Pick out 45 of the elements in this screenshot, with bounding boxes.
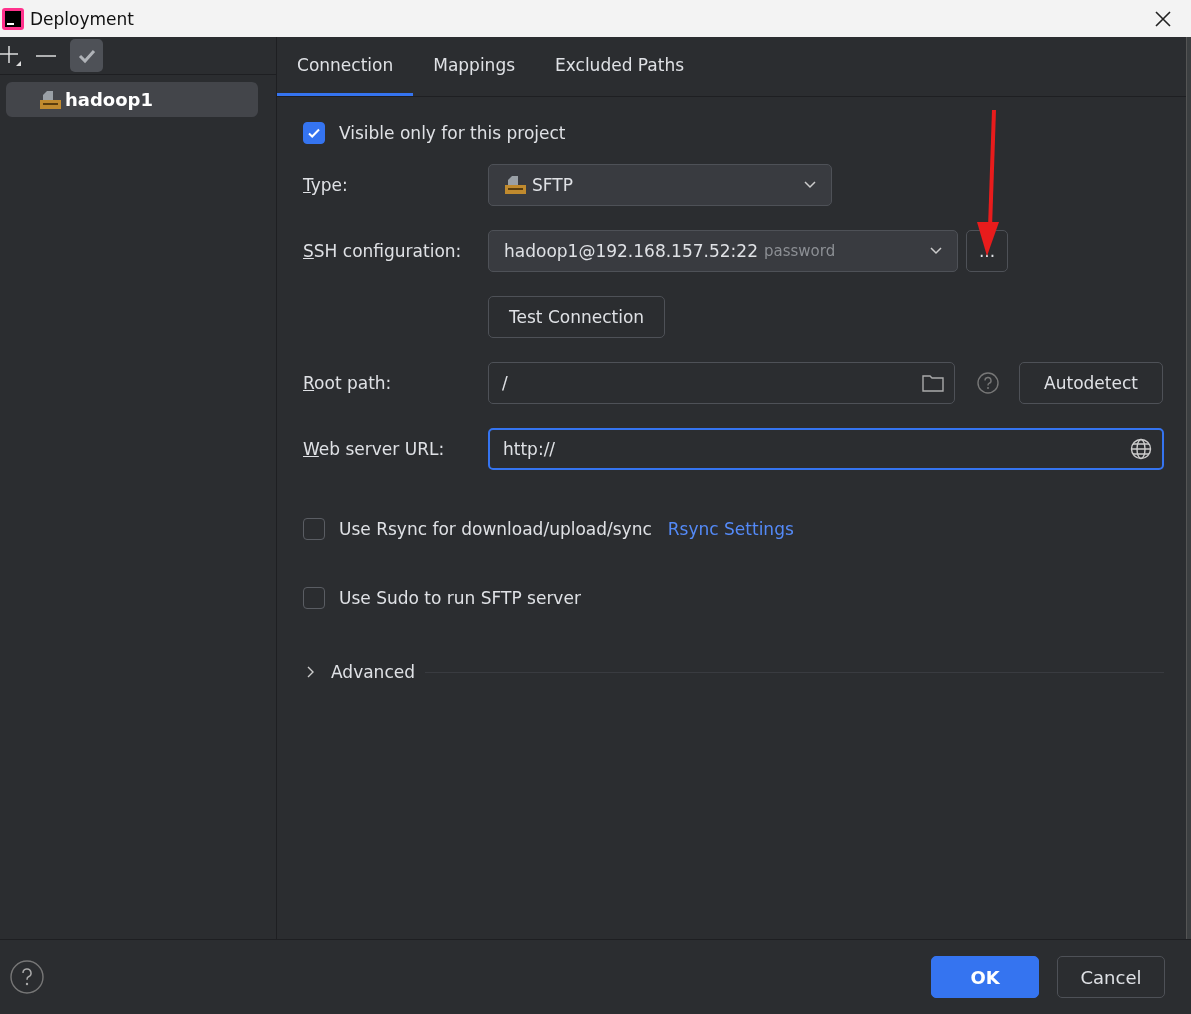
chevron-down-icon bbox=[930, 247, 942, 255]
root-path-field[interactable]: / bbox=[488, 362, 955, 404]
tab[interactable]: Mappings bbox=[413, 37, 536, 96]
checkbox[interactable] bbox=[303, 587, 325, 609]
chevron-down-icon bbox=[804, 181, 816, 189]
checkbox-label: Use Rsync for download/upload/sync bbox=[339, 519, 652, 539]
field-label: SSH configuration: bbox=[303, 241, 463, 261]
field-value: / bbox=[502, 373, 508, 393]
help-icon[interactable] bbox=[10, 960, 44, 994]
ssh-dropdown[interactable]: hadoop1@192.168.157.52:22 password bbox=[488, 230, 958, 272]
dropdown-value: SFTP bbox=[532, 175, 573, 195]
server-name: hadoop1 bbox=[65, 89, 153, 110]
checkbox[interactable] bbox=[303, 518, 325, 540]
apply-button[interactable] bbox=[70, 39, 103, 72]
checkbox-label: Visible only for this project bbox=[339, 123, 566, 143]
autodetect-button[interactable]: Autodetect bbox=[1019, 362, 1163, 404]
sftp-file-icon bbox=[504, 175, 526, 195]
auth-hint: password bbox=[763, 242, 836, 260]
section-title[interactable]: Advanced bbox=[331, 662, 415, 682]
field-value: http:// bbox=[503, 439, 556, 459]
rsync-settings-link[interactable]: Rsync Settings bbox=[667, 519, 794, 539]
globe-icon[interactable] bbox=[1130, 438, 1152, 460]
help-icon[interactable] bbox=[977, 372, 999, 394]
folder-icon[interactable] bbox=[922, 374, 944, 392]
tab[interactable]: Connection bbox=[277, 37, 414, 96]
sftp-file-icon bbox=[39, 89, 61, 110]
ok-button[interactable]: OK bbox=[931, 956, 1039, 998]
tab[interactable]: Excluded Paths bbox=[535, 37, 705, 96]
web-url-field[interactable]: http:// bbox=[488, 428, 1164, 470]
add-icon[interactable] bbox=[0, 44, 22, 67]
type-dropdown[interactable]: SFTP bbox=[488, 164, 832, 206]
remove-icon[interactable] bbox=[36, 53, 56, 58]
dropdown-value: hadoop1@192.168.157.52:22 bbox=[504, 241, 758, 261]
field-label: Root path: bbox=[303, 373, 393, 393]
field-label: Type: bbox=[303, 175, 349, 195]
window-title: Deployment bbox=[30, 8, 135, 29]
server-item[interactable]: hadoop1 bbox=[6, 82, 258, 117]
checkbox-label: Use Sudo to run SFTP server bbox=[339, 588, 581, 608]
chevron-right-icon[interactable] bbox=[307, 666, 315, 678]
test-connection-button[interactable]: Test Connection bbox=[488, 296, 666, 338]
cancel-button[interactable]: Cancel bbox=[1057, 956, 1165, 998]
checkbox[interactable] bbox=[303, 122, 325, 144]
close-icon bbox=[1154, 9, 1172, 28]
check-icon bbox=[76, 47, 97, 64]
field-label: Web server URL: bbox=[303, 439, 446, 459]
